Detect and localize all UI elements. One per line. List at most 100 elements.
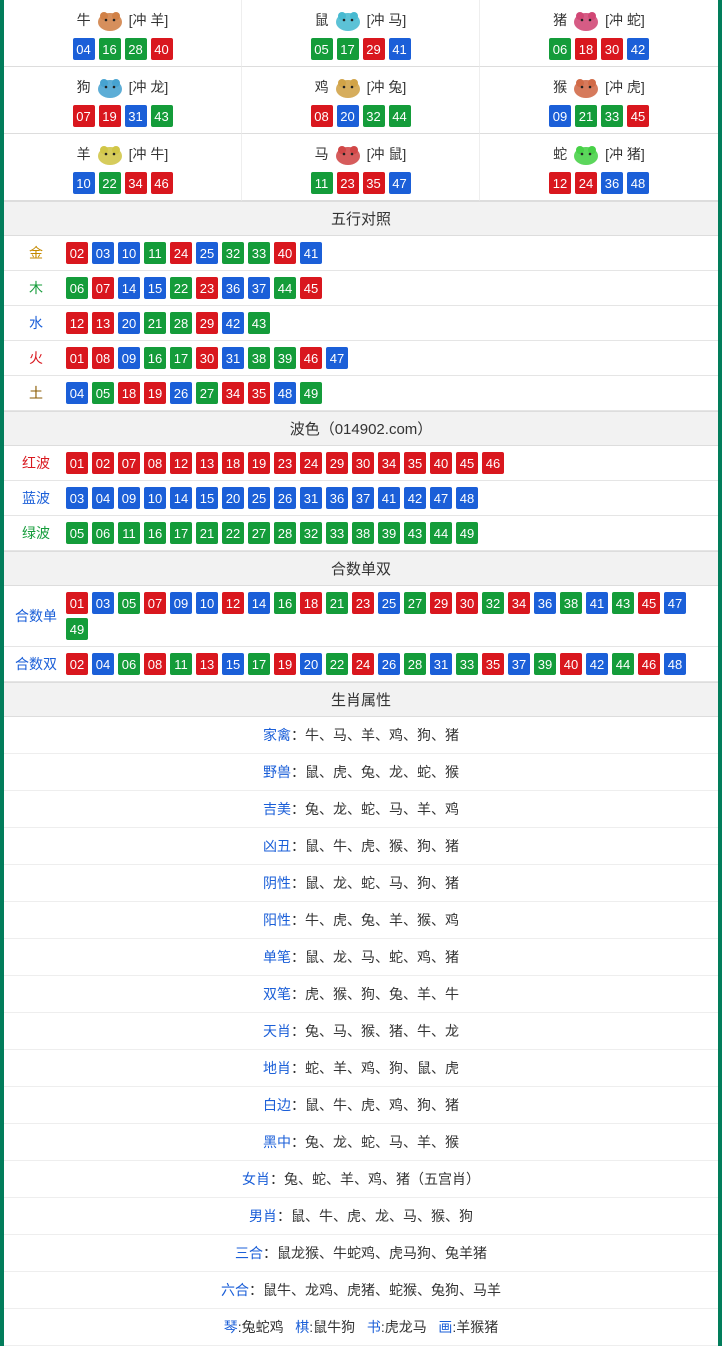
number-ball: 46 — [300, 347, 322, 369]
zodiac-icon — [331, 140, 365, 168]
attr-row: 阳性：牛、虎、兔、羊、猴、鸡 — [4, 902, 718, 939]
number-ball: 28 — [170, 312, 192, 334]
number-ball: 15 — [222, 653, 244, 675]
number-ball: 18 — [118, 382, 140, 404]
zodiac-conflict: [冲 兔] — [367, 77, 407, 97]
zodiac-balls: 04162840 — [4, 38, 241, 60]
number-ball: 32 — [300, 522, 322, 544]
footer-key: 书 — [367, 1319, 381, 1335]
number-ball: 27 — [404, 592, 426, 614]
number-ball: 02 — [66, 242, 88, 264]
row-label: 红波 — [12, 453, 60, 473]
number-ball: 48 — [456, 487, 478, 509]
zodiac-cell: 鸡[冲 兔]08203244 — [242, 67, 480, 134]
number-ball: 19 — [99, 105, 121, 127]
number-ball: 42 — [222, 312, 244, 334]
zodiac-grid: 牛[冲 羊]04162840鼠[冲 马]05172941猪[冲 蛇]061830… — [4, 0, 718, 201]
number-ball: 25 — [196, 242, 218, 264]
number-ball: 37 — [508, 653, 530, 675]
number-ball: 11 — [170, 653, 192, 675]
number-ball: 30 — [601, 38, 623, 60]
data-row: 合数双0204060811131517192022242628313335373… — [4, 647, 718, 682]
number-ball: 42 — [586, 653, 608, 675]
attr-row: 吉美：兔、龙、蛇、马、羊、鸡 — [4, 791, 718, 828]
attr-key: 女肖 — [242, 1171, 270, 1187]
number-ball: 19 — [274, 653, 296, 675]
attr-val: ：鼠牛、龙鸡、虎猪、蛇猴、兔狗、马羊 — [249, 1282, 501, 1298]
zodiac-header: 马[冲 鼠] — [242, 140, 479, 168]
number-ball: 31 — [125, 105, 147, 127]
number-ball: 07 — [144, 592, 166, 614]
section-head-wuxing: 五行对照 — [4, 201, 718, 236]
number-ball: 31 — [222, 347, 244, 369]
number-ball: 36 — [601, 172, 623, 194]
zodiac-balls: 09213345 — [480, 105, 718, 127]
number-ball: 09 — [549, 105, 571, 127]
attr-val: ：兔、蛇、羊、鸡、猪（五宫肖） — [270, 1171, 480, 1187]
number-ball: 01 — [66, 347, 88, 369]
attr-row: 地肖：蛇、羊、鸡、狗、鼠、虎 — [4, 1050, 718, 1087]
number-ball: 09 — [170, 592, 192, 614]
number-ball: 04 — [92, 487, 114, 509]
zodiac-name: 猴 — [553, 77, 567, 97]
attr-row: 男肖：鼠、牛、虎、龙、马、猴、狗 — [4, 1198, 718, 1235]
row-balls: 0103050709101214161821232527293032343638… — [66, 592, 710, 640]
row-label: 绿波 — [12, 523, 60, 543]
zodiac-name: 狗 — [77, 77, 91, 97]
zodiac-cell: 狗[冲 龙]07193143 — [4, 67, 242, 134]
zodiac-cell: 蛇[冲 猪]12243648 — [480, 134, 718, 201]
zodiac-balls: 12243648 — [480, 172, 718, 194]
number-ball: 42 — [627, 38, 649, 60]
number-ball: 47 — [389, 172, 411, 194]
attr-key: 男肖 — [249, 1208, 277, 1224]
number-ball: 03 — [92, 242, 114, 264]
attr-key: 黑中 — [263, 1134, 291, 1150]
data-row: 土 04051819262734354849 — [4, 376, 718, 411]
number-ball: 30 — [456, 592, 478, 614]
zodiac-conflict: [冲 马] — [367, 10, 407, 30]
number-ball: 22 — [326, 653, 348, 675]
number-ball: 44 — [274, 277, 296, 299]
number-ball: 08 — [144, 452, 166, 474]
row-label: 木 — [12, 278, 60, 298]
section-head-heshu: 合数单双 — [4, 551, 718, 586]
zodiac-icon — [569, 140, 603, 168]
number-ball: 38 — [248, 347, 270, 369]
number-ball: 18 — [222, 452, 244, 474]
row-label: 金 — [12, 243, 60, 263]
page-container: 牛[冲 羊]04162840鼠[冲 马]05172941猪[冲 蛇]061830… — [0, 0, 722, 1346]
number-ball: 08 — [144, 653, 166, 675]
zodiac-header: 猴[冲 虎] — [480, 73, 718, 101]
footer-row: 琴:兔蛇鸡 棋:鼠牛狗 书:虎龙马 画:羊猴猪 — [4, 1309, 718, 1346]
number-ball: 21 — [196, 522, 218, 544]
zodiac-balls: 10223446 — [4, 172, 241, 194]
number-ball: 05 — [92, 382, 114, 404]
row-label: 土 — [12, 383, 60, 403]
number-ball: 36 — [534, 592, 556, 614]
row-balls: 0204060811131517192022242628313335373940… — [66, 653, 686, 675]
section-head-bose: 波色（014902.com） — [4, 411, 718, 446]
row-balls: 04051819262734354849 — [66, 382, 322, 404]
number-ball: 12 — [549, 172, 571, 194]
number-ball: 40 — [151, 38, 173, 60]
row-balls: 06071415222336374445 — [66, 277, 322, 299]
number-ball: 30 — [196, 347, 218, 369]
number-ball: 45 — [300, 277, 322, 299]
number-ball: 14 — [248, 592, 270, 614]
number-ball: 11 — [311, 172, 333, 194]
number-ball: 44 — [430, 522, 452, 544]
number-ball: 28 — [404, 653, 426, 675]
zodiac-conflict: [冲 鼠] — [367, 144, 407, 164]
data-row: 绿波05061116172122272832333839434449 — [4, 516, 718, 551]
number-ball: 15 — [196, 487, 218, 509]
number-ball: 21 — [575, 105, 597, 127]
zodiac-name: 蛇 — [553, 144, 567, 164]
number-ball: 17 — [170, 522, 192, 544]
number-ball: 16 — [144, 522, 166, 544]
attr-rows: 家禽：牛、马、羊、鸡、狗、猪野兽：鼠、虎、兔、龙、蛇、猴吉美：兔、龙、蛇、马、羊… — [4, 717, 718, 1309]
number-ball: 48 — [627, 172, 649, 194]
footer-pair: 书:虎龙马 — [367, 1319, 427, 1335]
wuxing-rows: 金02031011242532334041木060714152223363744… — [4, 236, 718, 411]
zodiac-cell: 猴[冲 虎] 09213345 — [480, 67, 718, 134]
number-ball: 25 — [248, 487, 270, 509]
